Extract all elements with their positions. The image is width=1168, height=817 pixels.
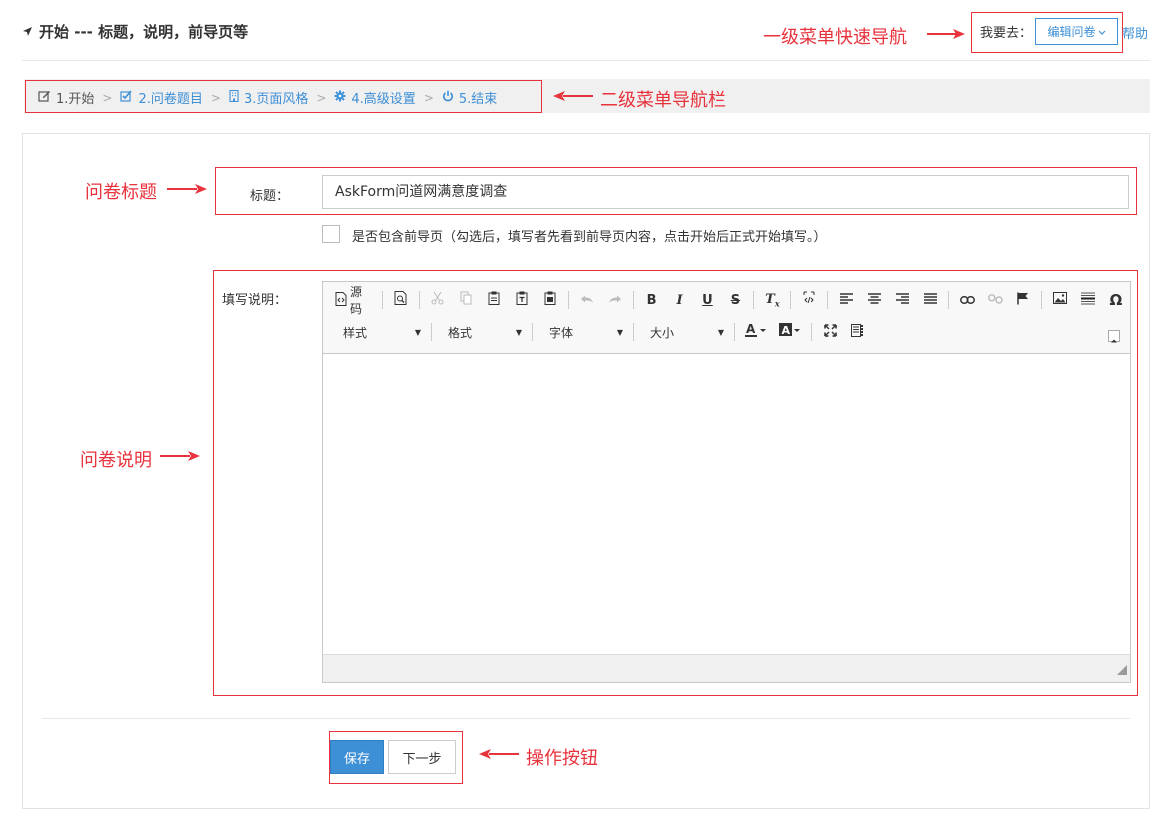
annotation-arrow-icon bbox=[479, 749, 519, 759]
annotation-box-title bbox=[215, 167, 1137, 215]
annotation-arrow-icon bbox=[927, 29, 965, 39]
page-title-text: 开始 --- 标题，说明，前导页等 bbox=[39, 23, 249, 41]
annotation-arrow-icon bbox=[553, 91, 593, 101]
annotation-description: 问卷说明 bbox=[80, 450, 152, 471]
annotation-actions: 操作按钮 bbox=[526, 748, 598, 769]
annotation-box-top-menu bbox=[971, 12, 1123, 53]
annotation-arrow-icon bbox=[167, 184, 207, 194]
annotation-top-menu: 一级菜单快速导航 bbox=[763, 27, 907, 48]
annotation-box-description bbox=[213, 270, 1138, 696]
annotation-title: 问卷标题 bbox=[85, 182, 157, 203]
navigation-arrow-icon bbox=[22, 23, 33, 41]
actions-divider bbox=[42, 718, 1130, 719]
intro-page-checkbox-label: 是否包含前导页（勾选后，填写者先看到前导页内容，点击开始后正式开始填写。） bbox=[352, 230, 827, 245]
intro-page-checkbox[interactable] bbox=[322, 225, 340, 243]
help-link[interactable]: 帮助 bbox=[1122, 23, 1148, 42]
header-divider bbox=[22, 60, 1150, 61]
annotation-box-actions bbox=[329, 731, 463, 784]
annotation-step-nav: 二级菜单导航栏 bbox=[600, 90, 726, 111]
annotation-box-step-nav bbox=[25, 80, 542, 113]
annotation-arrow-icon bbox=[160, 451, 200, 461]
page-title: 开始 --- 标题，说明，前导页等 bbox=[22, 21, 248, 42]
